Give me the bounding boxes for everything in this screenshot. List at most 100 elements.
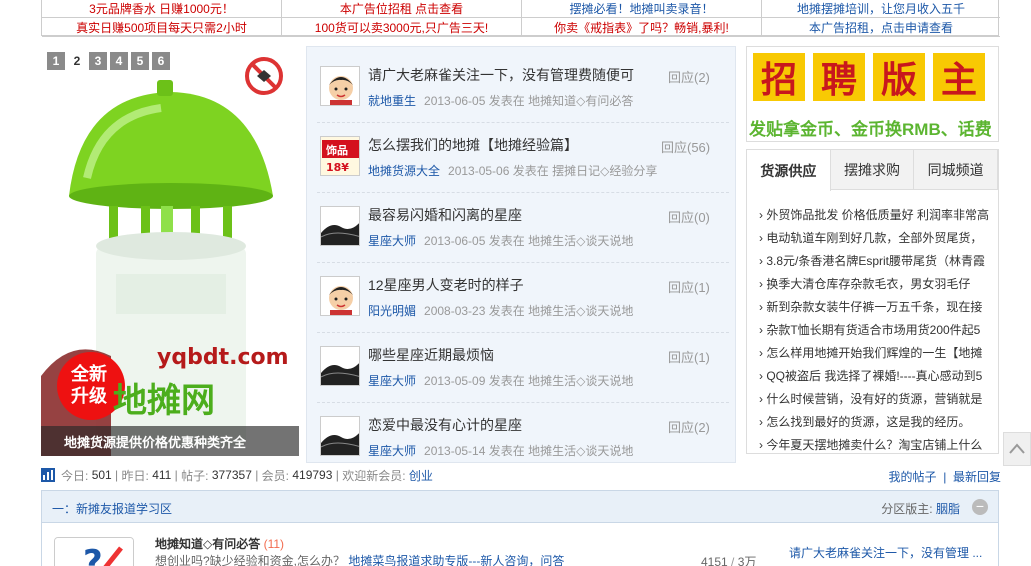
- avatar[interactable]: [320, 66, 360, 106]
- thread-forum[interactable]: 地摊生活◇谈天说地: [528, 444, 633, 458]
- reply-count[interactable]: 回应(56): [661, 137, 710, 156]
- thread-author[interactable]: 星座大师: [368, 444, 416, 458]
- reply-count[interactable]: 回应(1): [668, 347, 710, 366]
- slideshow-pager: 1 2 3 4 5 6: [47, 52, 170, 70]
- ad-link[interactable]: 你卖《戒指表》了吗？畅销,暴利!: [522, 18, 762, 37]
- list-item: 最容易闪婚和闪离的星座 回应(0) 星座大师 2013-06-05 发表在 地摊生…: [317, 193, 729, 263]
- avatar[interactable]: [320, 206, 360, 246]
- ad-link[interactable]: 100货可以卖3000元,只广告三天!: [282, 18, 522, 37]
- thread-forum[interactable]: 地摊生活◇谈天说地: [528, 234, 633, 248]
- mosquito-lamp-image[interactable]: 全新 升级 yqbdt.com 地摊网: [41, 46, 299, 456]
- cartoon-face-icon: [321, 277, 359, 315]
- tab-supply[interactable]: 货源供应: [747, 150, 831, 191]
- avatar[interactable]: [320, 416, 360, 456]
- my-posts-link[interactable]: 我的帖子: [889, 470, 937, 484]
- moderator-link[interactable]: 胭脂: [936, 502, 960, 516]
- ad-link[interactable]: 本广告招租，点击申请查看: [762, 18, 1000, 37]
- list-item[interactable]: › 换季大清仓库存杂款毛衣，男女羽毛仔: [759, 273, 991, 296]
- supply-tabs-panel: 货源供应 摆摊求购 同城频道 › 外贸饰品批发 价格低质量好 利润率非常高 › …: [746, 149, 999, 454]
- avatar-text: 饰品: [326, 143, 348, 157]
- watermark-text: yqbdt.com: [157, 345, 289, 370]
- thread-date: 2013-06-05: [424, 234, 486, 248]
- list-item[interactable]: › 3.8元/条香港名牌Esprit腰带尾货（林青霞: [759, 250, 991, 273]
- thread-date: 2013-05-14: [424, 444, 486, 458]
- banner-subtitle: 发贴拿金币、金币换RMB、话费: [749, 120, 992, 139]
- forum-name-link[interactable]: 地摊知道◇有问必答: [155, 537, 260, 551]
- list-item[interactable]: › 怎么样用地摊开始我们辉煌的一生【地摊: [759, 342, 991, 365]
- list-item[interactable]: › 什么时候营销，没有好的货源，营销就是: [759, 388, 991, 411]
- jewelry-logo-icon: 饰品 18¥: [321, 137, 359, 175]
- slide-page-4[interactable]: 4: [110, 52, 128, 70]
- forum-today-count: (11): [263, 537, 285, 551]
- thread-title[interactable]: 恋爱中最没有心计的星座: [368, 415, 522, 435]
- tab-purchase[interactable]: 摆摊求购: [831, 150, 915, 189]
- ad-link[interactable]: 地摊摆摊培训，让您月收入五千: [762, 0, 1000, 18]
- top-ad-strip: 3元品牌香水 日赚1000元！ 本广告位招租 点击查看 摆摊必看！地摊叫卖录音！…: [41, 0, 1000, 37]
- reply-count[interactable]: 回应(1): [668, 277, 710, 296]
- logo-text: 地摊网: [113, 381, 215, 421]
- ad-link[interactable]: 真实日赚500项目每天只需2小时: [42, 18, 282, 37]
- thread-date: 2013-05-09: [424, 374, 486, 388]
- posted-in-label: 发表在: [488, 444, 525, 458]
- posted-in-label: 发表在: [488, 374, 525, 388]
- thread-title[interactable]: 哪些星座近期最烦恼: [368, 345, 494, 365]
- thread-date: 2013-05-06: [448, 164, 510, 178]
- thread-title[interactable]: 最容易闪婚和闪离的星座: [368, 205, 522, 225]
- banner-char: 招: [753, 53, 805, 101]
- slideshow[interactable]: 1 2 3 4 5 6 全新 升级 yqbdt.com 地摊网 地摊货源提供价格…: [41, 46, 299, 456]
- scroll-top-button[interactable]: [1003, 432, 1031, 466]
- ad-link[interactable]: 摆摊必看！地摊叫卖录音！: [522, 0, 762, 18]
- list-item[interactable]: › 怎么找到最好的货源，这是我的经历。: [759, 411, 991, 434]
- forum-desc-link[interactable]: 地摊菜鸟报道求助专版---新人咨询，问答: [348, 554, 564, 566]
- ad-link[interactable]: 本广告位招租 点击查看: [282, 0, 522, 18]
- list-item[interactable]: › 外贸饰品批发 价格低质量好 利润率非常高: [759, 204, 991, 227]
- thread-title[interactable]: 怎么摆我们的地摊【地摊经验篇】: [368, 135, 578, 155]
- thread-author[interactable]: 星座大师: [368, 234, 416, 248]
- reply-count[interactable]: 回应(2): [668, 417, 710, 436]
- avatar[interactable]: [320, 276, 360, 316]
- last-post-link[interactable]: 请广大老麻雀关注一下，没有管理 ...: [789, 544, 982, 561]
- slide-page-3[interactable]: 3: [89, 52, 107, 70]
- slideshow-caption[interactable]: 地摊货源提供价格优惠种类齐全: [41, 426, 299, 456]
- new-member-link[interactable]: 创业: [409, 467, 433, 484]
- thread-title[interactable]: 请广大老麻雀关注一下，没有管理费随便可: [368, 65, 634, 85]
- thread-author[interactable]: 星座大师: [368, 374, 416, 388]
- thread-forum[interactable]: 地摊生活◇谈天说地: [528, 304, 633, 318]
- count-separator: /: [727, 555, 738, 566]
- thread-author[interactable]: 地摊货源大全: [368, 164, 440, 178]
- recruit-moderator-banner[interactable]: 招 聘 版 主 发贴拿金币、金币换RMB、话费: [746, 46, 999, 142]
- thread-date: 2013-06-05: [424, 94, 486, 108]
- posted-in-label: 发表在: [488, 234, 525, 248]
- slide-page-2[interactable]: 2: [68, 52, 86, 70]
- forum-question-icon[interactable]: ?: [54, 537, 134, 566]
- thread-title[interactable]: 12星座男人变老时的样子: [368, 275, 524, 295]
- slide-page-1[interactable]: 1: [47, 52, 65, 70]
- reply-count[interactable]: 回应(2): [668, 67, 710, 86]
- ad-link[interactable]: 3元品牌香水 日赚1000元！: [42, 0, 282, 18]
- section-title[interactable]: 一：新摊友报道学习区: [52, 500, 172, 517]
- reply-count[interactable]: 回应(0): [668, 207, 710, 226]
- list-item[interactable]: › 今年夏天摆地摊卖什么？淘宝店铺上什么: [759, 434, 991, 457]
- avatar-text: 18¥: [326, 161, 349, 174]
- thread-forum[interactable]: 摆摊日记◇经验分享: [552, 164, 657, 178]
- slide-page-5[interactable]: 5: [131, 52, 149, 70]
- collapse-toggle-icon[interactable]: −: [972, 499, 988, 515]
- thread-forum[interactable]: 地摊生活◇谈天说地: [528, 374, 633, 388]
- post-count: 3万: [737, 555, 757, 566]
- avatar[interactable]: 饰品 18¥: [320, 136, 360, 176]
- tab-local-channel[interactable]: 同城频道: [914, 150, 999, 189]
- chevron-up-icon: [1009, 443, 1025, 454]
- list-item[interactable]: › 杂款T恤长期有货适合市场用货200件起5: [759, 319, 991, 342]
- list-item[interactable]: › 新到杂款女装牛仔裤一万五千条，现在接: [759, 296, 991, 319]
- today-count: 501: [91, 468, 112, 482]
- avatar[interactable]: [320, 346, 360, 386]
- latest-reply-link[interactable]: 最新回复: [953, 470, 1001, 484]
- thread-author[interactable]: 阳光明媚: [368, 304, 416, 318]
- list-item[interactable]: › QQ被盗后 我选择了裸婚!----真心感动到5: [759, 365, 991, 388]
- posts-count: 377357: [211, 468, 252, 482]
- thread-forum[interactable]: 地摊知道◇有问必答: [528, 94, 633, 108]
- slide-page-6[interactable]: 6: [152, 52, 170, 70]
- list-item[interactable]: › 电动轨道车刚到好几款，全部外贸尾货，: [759, 227, 991, 250]
- list-item: 哪些星座近期最烦恼 回应(1) 星座大师 2013-05-09 发表在 地摊生活◇…: [317, 333, 729, 403]
- thread-author[interactable]: 就地重生: [368, 94, 416, 108]
